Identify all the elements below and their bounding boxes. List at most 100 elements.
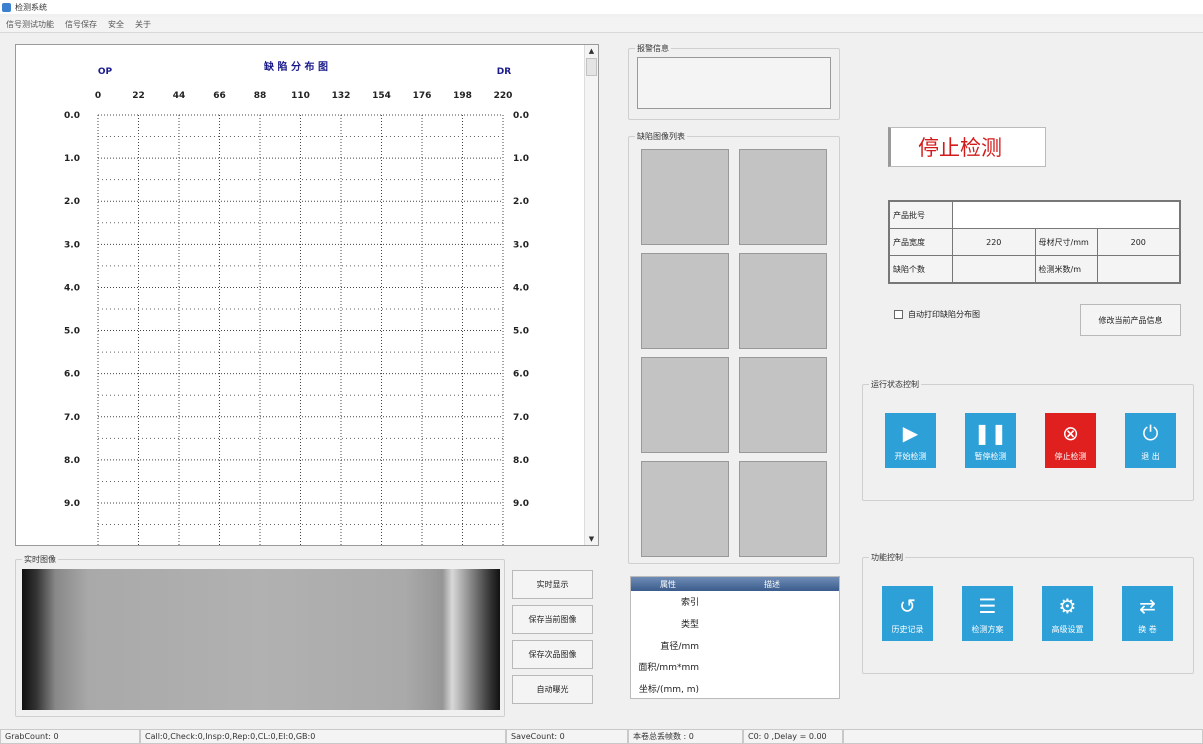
menu-about[interactable]: 关于 (135, 19, 151, 30)
delay-status: C0: 0 ,Delay = 0.00 (743, 729, 843, 744)
property-column-header: 属性 (660, 579, 676, 589)
chart-x-ticks: 0 22 44 66 88 110 132 154 176 198 220 (95, 91, 513, 101)
scroll-thumb[interactable] (586, 58, 597, 76)
property-area-label: 面积/mm*mm (638, 663, 699, 674)
y-tick-label-left: 5.0 (64, 327, 80, 337)
auto-print-option[interactable]: 自动打印缺陷分布图 (894, 309, 980, 320)
y-tick-label-left: 1.0 (64, 154, 80, 164)
change-roll-button[interactable]: ⇄ 换 卷 (1122, 586, 1173, 641)
save-current-image-button[interactable]: 保存当前图像 (512, 605, 593, 634)
x-tick-label: 44 (173, 91, 186, 101)
y-tick-label-right: 4.0 (513, 283, 529, 293)
scroll-up-arrow-icon[interactable]: ▲ (585, 45, 598, 57)
x-tick-label: 220 (494, 91, 513, 101)
defect-thumbnail-8[interactable] (739, 461, 827, 557)
property-diameter-label: 直径/mm (660, 641, 699, 652)
product-width-value: 220 (952, 228, 1036, 256)
y-tick-label-left: 8.0 (64, 456, 80, 466)
title-bar: 检测系统 (0, 0, 1203, 14)
stop-detection-button[interactable]: ⊗ 停止检测 (1045, 413, 1096, 468)
live-camera-image (22, 569, 500, 710)
history-label: 历史记录 (891, 625, 924, 634)
defect-thumbnail-4[interactable] (739, 253, 827, 349)
y-tick-label-right: 7.0 (513, 413, 529, 423)
stop-icon: ⊗ (1062, 421, 1079, 445)
scroll-down-arrow-icon[interactable]: ▼ (585, 533, 598, 545)
power-icon: ⏻ (1142, 421, 1159, 445)
history-button[interactable]: ↺ 历史记录 (882, 586, 933, 641)
document-icon: ☰ (978, 594, 997, 618)
y-tick-label-left: 0.0 (64, 111, 80, 121)
y-tick-label-left: 4.0 (64, 283, 80, 293)
y-tick-label-right: 5.0 (513, 327, 529, 337)
property-table-header: 属性 描述 (631, 577, 839, 591)
table-row: 类型 (631, 613, 839, 635)
y-tick-label-right: 3.0 (513, 240, 529, 250)
description-column-header: 描述 (764, 579, 780, 589)
property-index-label: 索引 (680, 598, 699, 609)
property-type-label: 类型 (680, 620, 699, 631)
chart-grid (97, 114, 504, 545)
y-tick-label-right: 0.0 (513, 111, 529, 121)
x-tick-label: 198 (453, 91, 472, 101)
defect-thumbnail-7[interactable] (641, 461, 729, 557)
material-size-label: 母材尺寸/mm (1034, 228, 1098, 256)
menu-security[interactable]: 安全 (108, 19, 124, 30)
detection-plan-button[interactable]: ☰ 检测方案 (962, 586, 1013, 641)
table-row: 坐标/(mm, m) (631, 678, 839, 700)
stop-detection-label: 停止检测 (1054, 452, 1087, 461)
live-display-button[interactable]: 实时显示 (512, 570, 593, 599)
x-tick-label: 66 (213, 91, 226, 101)
run-control-panel: 运行状态控制 ▶ 开始检测 ❚❚ 暂停检测 ⊗ 停止检测 ⏻ 退 出 (862, 379, 1194, 501)
chart-scrollbar[interactable]: ▲ ▼ (584, 45, 598, 545)
material-size-value: 200 (1096, 228, 1180, 256)
live-image-title: 实时图像 (22, 554, 58, 565)
advanced-settings-button[interactable]: ⚙ 高级设置 (1042, 586, 1093, 641)
pause-icon: ❚❚ (973, 421, 1008, 445)
live-image-panel: 实时图像 (15, 554, 505, 717)
exit-label: 退 出 (1141, 452, 1160, 461)
grab-count-status: GrabCount: 0 (0, 729, 140, 744)
menu-signal-test[interactable]: 信号测试功能 (6, 19, 54, 30)
status-filler (843, 729, 1203, 744)
y-tick-label-right: 2.0 (513, 197, 529, 207)
defect-thumbnail-2[interactable] (739, 149, 827, 245)
chart-canvas: 缺 陷 分 布 图 OP DR 0 22 44 66 88 110 132 154 176 198… (64, 60, 529, 545)
auto-print-checkbox[interactable] (894, 310, 903, 319)
change-roll-label: 换 卷 (1138, 625, 1157, 634)
call-count-status: Call:0,Check:0,Insp:0,Rep:0,CL:0,EI:0,GB… (140, 729, 506, 744)
defect-thumbnail-3[interactable] (641, 253, 729, 349)
advanced-settings-label: 高级设置 (1051, 625, 1084, 634)
pause-detection-button[interactable]: ❚❚ 暂停检测 (965, 413, 1016, 468)
x-tick-label: 22 (132, 91, 145, 101)
defect-thumbnail-6[interactable] (739, 357, 827, 453)
table-row: 面积/mm*mm (631, 656, 839, 678)
alarm-info-title: 报警信息 (635, 43, 671, 54)
menu-signal-save[interactable]: 信号保存 (65, 19, 97, 30)
defect-thumbnail-5[interactable] (641, 357, 729, 453)
play-icon: ▶ (902, 421, 919, 445)
detection-status-title: 停止检测 (888, 127, 1046, 167)
defect-property-table: 属性 描述 索引 类型 直径/mm 面积/mm*mm 坐标/(mm, m) (630, 576, 840, 699)
start-detection-label: 开始检测 (894, 452, 927, 461)
table-row: 直径/mm (631, 634, 839, 656)
x-tick-label: 0 (95, 91, 101, 101)
y-tick-label-right: 1.0 (513, 154, 529, 164)
detection-plan-label: 检测方案 (971, 625, 1004, 634)
save-defect-image-button[interactable]: 保存次品图像 (512, 640, 593, 669)
y-tick-label-right: 8.0 (513, 456, 529, 466)
modify-product-info-button[interactable]: 修改当前产品信息 (1080, 304, 1181, 336)
auto-exposure-button[interactable]: 自动曝光 (512, 675, 593, 704)
defect-count-label: 缺陷个数 (889, 255, 953, 283)
defect-distribution-chart: 缺 陷 分 布 图 OP DR 0 22 44 66 88 110 132 154 176 198… (15, 44, 599, 546)
x-tick-label: 88 (254, 91, 267, 101)
y-tick-label-right: 9.0 (513, 499, 529, 509)
exit-button[interactable]: ⏻ 退 出 (1125, 413, 1176, 468)
y-tick-label-left: 2.0 (64, 197, 80, 207)
start-detection-button[interactable]: ▶ 开始检测 (885, 413, 936, 468)
swap-icon: ⇄ (1139, 594, 1156, 618)
function-control-panel: 功能控制 ↺ 历史记录 ☰ 检测方案 ⚙ 高级设置 ⇄ 换 卷 (862, 552, 1194, 674)
defect-thumbnail-1[interactable] (641, 149, 729, 245)
pause-detection-label: 暂停检测 (974, 452, 1007, 461)
chart-dr-label: DR (497, 67, 511, 77)
